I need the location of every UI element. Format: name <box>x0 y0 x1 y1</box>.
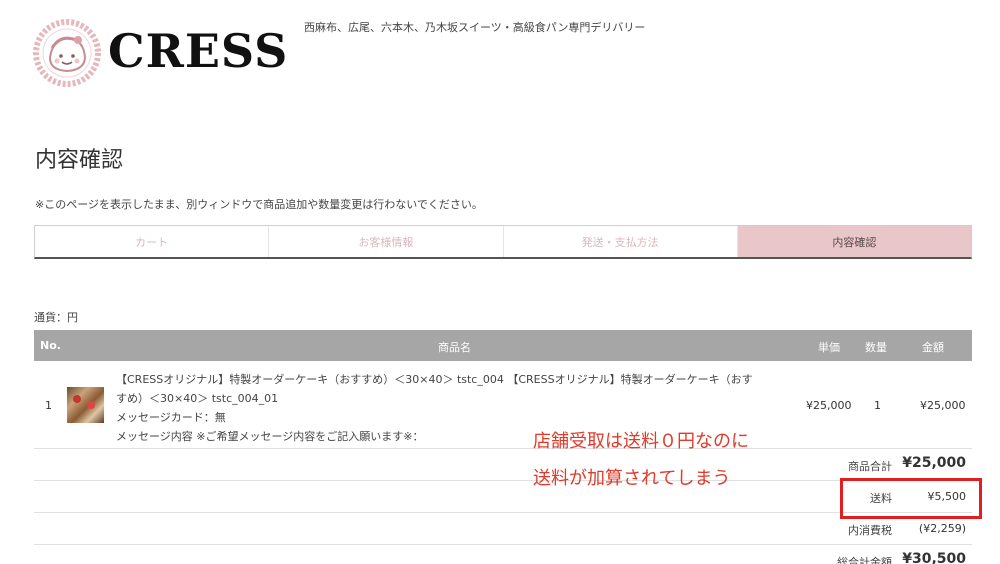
grand-total-row: 総合計金額 ¥30,500 <box>34 545 972 564</box>
currency-label: 通貨：円 <box>34 311 78 324</box>
shipping-row: 送料 ¥5,500 <box>34 481 972 513</box>
header-unit-price: 単価 <box>818 341 840 354</box>
header-amount: 金額 <box>922 341 944 354</box>
step-customer-info: お客様情報 <box>269 226 504 257</box>
table-header: No. 商品名 単価 数量 金額 <box>34 330 972 361</box>
wreath-mascot-icon <box>33 19 101 87</box>
subtotal-value: ¥25,000 <box>902 455 966 471</box>
shipping-highlight-box <box>840 478 982 519</box>
brand-name: CRESS <box>108 24 289 78</box>
header-product-name: 商品名 <box>438 341 471 354</box>
checkout-steps: カート お客様情報 発送・支払方法 内容確認 <box>34 225 972 259</box>
annotation-line1: 店舗受取は送料０円なのに <box>533 431 749 452</box>
site-logo[interactable]: CRESS <box>32 18 287 88</box>
page-notice: ※このページを表示したまま、別ウィンドウで商品追加や数量変更は行わないでください… <box>35 198 483 211</box>
subtotal-label: 商品合計 <box>848 460 892 473</box>
header-no: No. <box>40 339 61 352</box>
tax-value: (¥2,259) <box>918 522 966 535</box>
line-total: ¥25,000 <box>920 399 966 412</box>
grand-total-value: ¥30,500 <box>902 551 966 564</box>
grand-total-label: 総合計金額 <box>837 556 892 564</box>
step-confirm: 内容確認 <box>737 226 971 257</box>
product-name-line1: 【CRESSオリジナル】特製オーダーケーキ（おすすめ）＜30×40＞ tstc_… <box>116 373 753 386</box>
table-row: 1 【CRESSオリジナル】特製オーダーケーキ（おすすめ）＜30×40＞ tst… <box>34 361 972 449</box>
site-tagline: 西麻布、広尾、六本木、乃木坂スイーツ・高級食パン専門デリバリー <box>304 21 646 34</box>
annotation-line2: 送料が加算されてしまう <box>533 468 731 489</box>
product-thumbnail <box>67 387 104 423</box>
subtotal-row: 商品合計 ¥25,000 <box>34 449 972 481</box>
header-quantity: 数量 <box>865 341 887 354</box>
page-title: 内容確認 <box>35 148 124 173</box>
message-card: メッセージカード：無 <box>116 411 226 424</box>
tax-label: 内消費税 <box>848 524 892 537</box>
step-shipping-payment: 発送・支払方法 <box>504 226 738 257</box>
quantity: 1 <box>874 399 881 412</box>
product-name-line2: すめ）＜30×40＞ tstc_004_01 <box>116 392 279 405</box>
row-number: 1 <box>45 399 52 412</box>
step-cart: カート <box>35 226 270 257</box>
order-table: No. 商品名 単価 数量 金額 1 【CRESSオリジナル】特製オーダーケーキ… <box>34 330 972 564</box>
unit-price: ¥25,000 <box>806 399 852 412</box>
tax-row: 内消費税 (¥2,259) <box>34 513 972 545</box>
